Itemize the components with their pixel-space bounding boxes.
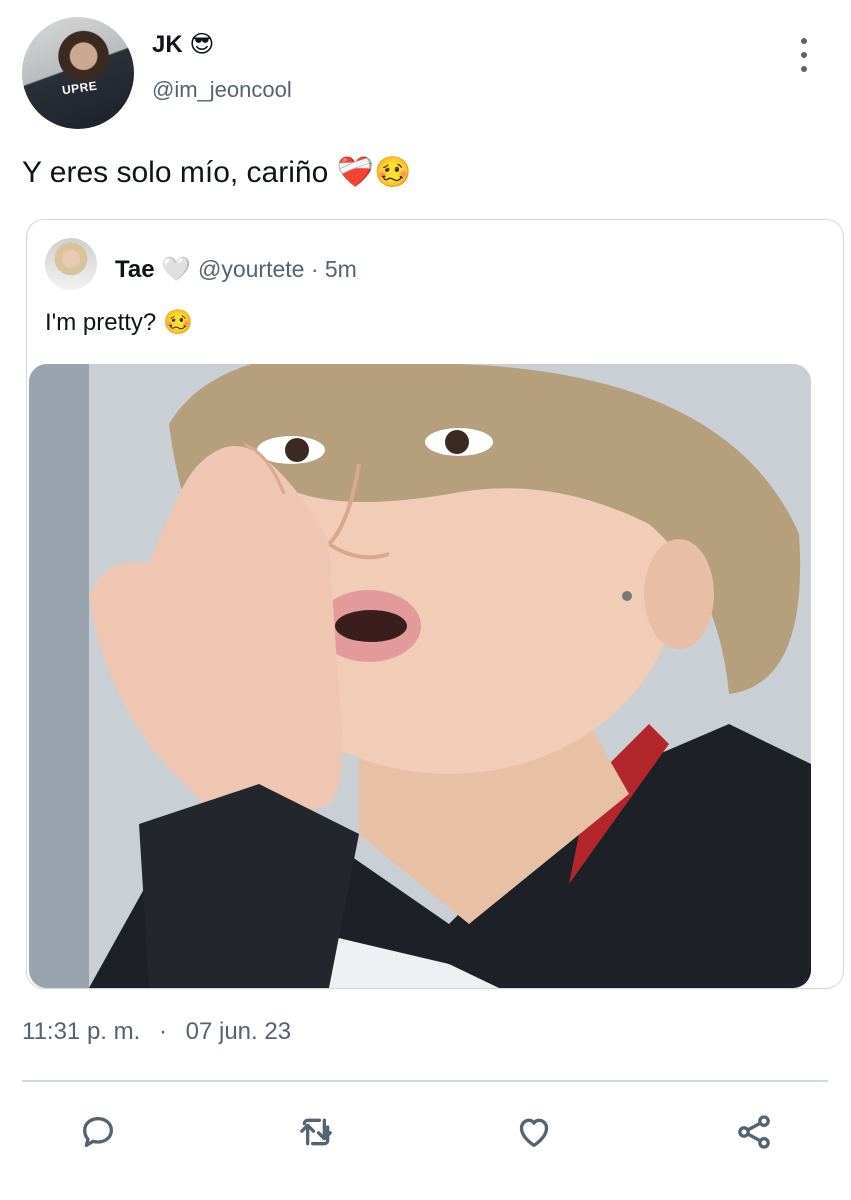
tweet-emojis: ❤️‍🩹🥴 xyxy=(336,155,412,190)
tweet-text: Y eres solo mío, cariño ❤️‍🩹🥴 xyxy=(22,155,411,190)
tweet-timestamp[interactable]: 11:31 p. m. · 07 jun. 23 xyxy=(22,1018,291,1046)
tweet-time: 11:31 p. m. xyxy=(22,1018,141,1045)
author-avatar[interactable]: UPRE xyxy=(22,17,134,129)
quoted-display-name: Tae 🤍 xyxy=(115,255,191,284)
quoted-name-text: Tae xyxy=(115,256,155,283)
display-name-text: JK xyxy=(152,31,183,58)
like-button[interactable] xyxy=(512,1110,556,1154)
retweet-icon xyxy=(300,1118,332,1146)
quoted-text: I'm pretty? 🥴 xyxy=(45,308,193,337)
quoted-handle-time: @yourtete · 5m xyxy=(198,256,357,282)
sunglasses-emoji-icon: 😎 xyxy=(189,30,215,58)
meta-separator: · xyxy=(158,1018,167,1045)
more-options-icon[interactable] xyxy=(792,38,816,72)
retweet-button[interactable] xyxy=(294,1110,338,1154)
reply-button[interactable] xyxy=(76,1110,120,1154)
reply-icon xyxy=(83,1117,114,1147)
white-heart-icon: 🤍 xyxy=(161,255,192,283)
like-icon xyxy=(519,1118,549,1147)
tweet-body: Y eres solo mío, cariño xyxy=(22,156,329,189)
share-button[interactable] xyxy=(732,1110,776,1154)
author-display-name[interactable]: JK 😎 xyxy=(152,30,214,59)
avatar-shirt-text: UPRE xyxy=(61,78,99,98)
author-handle[interactable]: @im_jeoncool xyxy=(152,77,292,103)
share-icon xyxy=(738,1115,770,1149)
woozy-face-icon: 🥴 xyxy=(162,308,193,336)
quoted-avatar xyxy=(45,238,97,290)
quoted-photo[interactable] xyxy=(29,364,811,988)
photo-illustration xyxy=(29,364,811,988)
quoted-tweet-card[interactable]: Tae 🤍 @yourtete · 5m I'm pretty? 🥴 xyxy=(26,219,844,989)
divider xyxy=(22,1080,828,1082)
quoted-body: I'm pretty? xyxy=(45,309,157,336)
tweet-date: 07 jun. 23 xyxy=(185,1018,292,1045)
